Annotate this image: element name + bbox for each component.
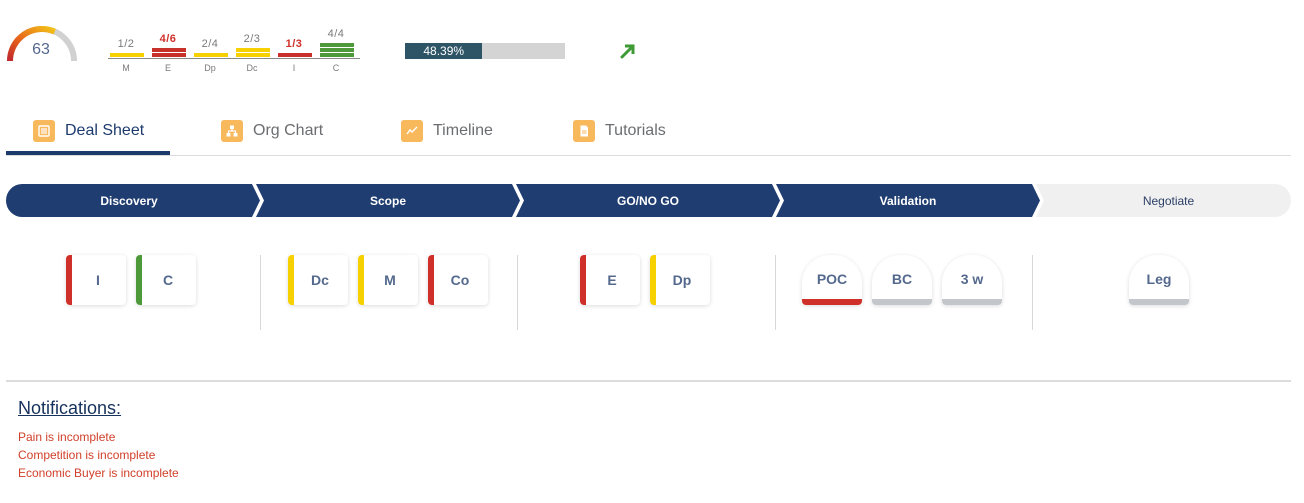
meddic-column-c: 4/4 C [318, 28, 354, 78]
meddic-label: E [164, 63, 171, 73]
checkpoint-dome[interactable]: Leg [1129, 255, 1189, 305]
checkpoint-chip[interactable]: C [136, 255, 196, 305]
meddic-column-dc: 2/3 Dc [234, 28, 270, 78]
line-chart-icon [401, 120, 423, 142]
checkpoint-dome[interactable]: 3 w [942, 255, 1002, 305]
meddic-bar [152, 53, 186, 57]
tab-bar: Deal Sheet Org Chart Timeline Tutorials [6, 115, 1291, 156]
status-stripe [288, 255, 294, 305]
meddic-label: Dc [246, 63, 258, 73]
notifications-list: Pain is incomplete Competition is incomp… [18, 428, 179, 482]
tab-label: Timeline [433, 122, 493, 139]
meddic-bar [278, 53, 312, 57]
tab-tutorials[interactable]: Tutorials [573, 120, 666, 156]
meddic-bar-stack [278, 53, 312, 57]
notification-item: Pain is incomplete [18, 430, 116, 444]
tab-label: Org Chart [253, 122, 324, 139]
status-stripe [136, 255, 142, 305]
tab-org-chart[interactable]: Org Chart [221, 120, 323, 156]
stage-label-validation[interactable]: Validation [782, 184, 1034, 217]
meddic-label: Dp [204, 63, 216, 73]
meddic-label: I [292, 63, 296, 73]
stage-label-go-no-go[interactable]: GO/NO GO [522, 184, 774, 217]
stage-label-scope[interactable]: Scope [262, 184, 514, 217]
notification-item: Competition is incomplete [18, 448, 156, 462]
tab-timeline[interactable]: Timeline [401, 120, 493, 156]
meddic-column-dp: 2/4 Dp [192, 28, 228, 78]
list-icon [33, 120, 55, 142]
meddic-bar [320, 53, 354, 57]
status-bar [942, 299, 1002, 305]
meddic-column-i: 1/3 I [276, 28, 312, 78]
checkpoint-chip[interactable]: E [580, 255, 640, 305]
score-value: 63 [32, 41, 50, 58]
meddic-label: M [122, 63, 130, 73]
meddic-bar [152, 48, 186, 52]
checkpoint-chip[interactable]: Co [428, 255, 488, 305]
meddic-bar [320, 43, 354, 47]
stage-label-negotiate[interactable]: Negotiate [1042, 184, 1295, 217]
notification-item: Economic Buyer is incomplete [18, 466, 179, 480]
meddic-summary: 1/2 M 4/6 E 2/4 Dp 2/3 Dc 1/3 I 4/4 C [108, 28, 360, 78]
meddic-bar [194, 53, 228, 57]
checkpoint-chip[interactable]: M [358, 255, 418, 305]
tab-label: Deal Sheet [65, 122, 145, 139]
status-stripe [358, 255, 364, 305]
document-icon [573, 120, 595, 142]
checkpoint-chip[interactable]: Dc [288, 255, 348, 305]
status-stripe [428, 255, 434, 305]
column-divider [775, 255, 776, 330]
tab-label: Tutorials [605, 122, 666, 139]
hierarchy-icon [221, 120, 243, 142]
meddic-bar-stack [110, 53, 144, 57]
status-bar [802, 299, 862, 305]
active-tab-indicator [6, 151, 170, 155]
meddic-bar [110, 53, 144, 57]
column-divider [1032, 255, 1033, 330]
meddic-bar [320, 48, 354, 52]
status-stripe [650, 255, 656, 305]
section-divider [6, 380, 1291, 382]
meddic-bar [236, 48, 270, 52]
meddic-bar-stack [152, 48, 186, 57]
column-divider [260, 255, 261, 330]
progress-label: 48.39% [423, 44, 465, 58]
meddic-bar-stack [320, 43, 354, 57]
status-bar [1129, 299, 1189, 305]
meddic-fraction: 1/2 [117, 38, 135, 50]
meddic-fraction: 4/6 [159, 33, 177, 45]
notifications-title: Notifications: [18, 398, 122, 418]
meddic-fraction: 4/4 [327, 28, 345, 40]
checkpoint-chip[interactable]: I [66, 255, 126, 305]
stage-label-discovery[interactable]: Discovery [6, 184, 252, 217]
meddic-column-e: 4/6 E [150, 28, 186, 78]
column-divider [517, 255, 518, 330]
meddic-bar-stack [194, 53, 228, 57]
status-stripe [580, 255, 586, 305]
meddic-column-m: 1/2 M [108, 28, 144, 78]
meddic-fraction: 1/3 [285, 38, 303, 50]
trend-up-arrow-icon [620, 44, 635, 59]
meddic-fraction: 2/3 [243, 33, 261, 45]
stage-checkpoints: I C Dc M Co E Dp POC BC 3 w Leg [6, 255, 1291, 330]
meddic-bar [236, 53, 270, 57]
meddic-fraction: 2/4 [201, 38, 219, 50]
status-bar [872, 299, 932, 305]
deal-progress-bar: 48.39% [405, 43, 565, 59]
checkpoint-dome[interactable]: BC [872, 255, 932, 305]
status-stripe [66, 255, 72, 305]
checkpoint-chip[interactable]: Dp [650, 255, 710, 305]
checkpoint-dome[interactable]: POC [802, 255, 862, 305]
meddic-bar-stack [236, 48, 270, 57]
meddic-label: C [332, 63, 340, 73]
